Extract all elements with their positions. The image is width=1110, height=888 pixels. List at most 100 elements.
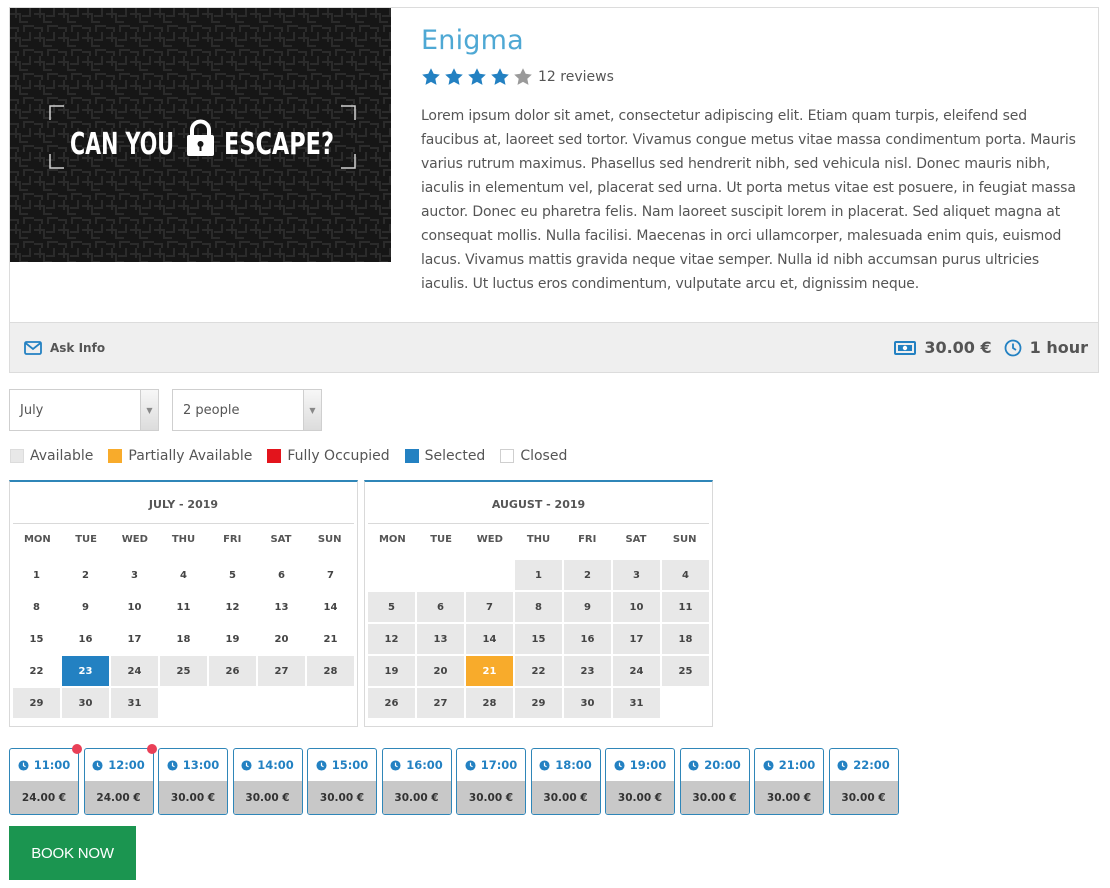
calendar-day[interactable]: 13: [417, 624, 464, 654]
calendar-day[interactable]: 23: [62, 656, 109, 686]
calendar-day[interactable]: 4: [662, 560, 709, 590]
slot-time: 13:00: [159, 749, 227, 781]
calendar-day[interactable]: 29: [13, 688, 60, 718]
clock-icon: [539, 759, 550, 771]
calendar-day[interactable]: 2: [564, 560, 611, 590]
calendar-day[interactable]: 30: [564, 688, 611, 718]
time-slot[interactable]: 15:00 30.00 €: [307, 748, 377, 815]
calendar-day[interactable]: 27: [417, 688, 464, 718]
weekday-label: SUN: [672, 534, 697, 545]
calendar-day[interactable]: 14: [466, 624, 513, 654]
calendar-day[interactable]: 5: [368, 592, 415, 622]
time-slot[interactable]: 17:00 30.00 €: [456, 748, 526, 815]
calendar-day[interactable]: 12: [368, 624, 415, 654]
calendar-day[interactable]: 28: [307, 656, 354, 686]
time-slot[interactable]: 19:00 30.00 €: [605, 748, 675, 815]
slot-time: 18:00: [532, 749, 600, 781]
time-slots: 11:00 24.00 € 12:00 24.00 € 13:00 30.00 …: [9, 744, 903, 815]
calendar-day[interactable]: 27: [258, 656, 305, 686]
calendar-day[interactable]: 21: [466, 656, 513, 686]
calendar-day[interactable]: 24: [111, 656, 158, 686]
calendar-day: 17: [127, 633, 142, 645]
slot-time-label: 19:00: [629, 758, 667, 772]
occupancy-dot: [72, 744, 82, 754]
calendar-day[interactable]: 7: [466, 592, 513, 622]
calendar-day[interactable]: 26: [209, 656, 256, 686]
calendar-july: JULY - 2019 MON TUE WED THU FRI SAT SUN 123456…: [9, 480, 358, 727]
time-slot[interactable]: 16:00 30.00 €: [381, 748, 452, 815]
calendar-grid: 1 2 3 4 5 6 7 8 9 10 11 12 13 14 15 16 17 18 19 20 21 22 23 24 2…: [368, 560, 709, 718]
calendar-day[interactable]: 24: [613, 656, 660, 686]
calendar-day[interactable]: 31: [613, 688, 660, 718]
slot-time-label: 12:00: [108, 758, 145, 772]
calendar-day: 2: [82, 569, 89, 581]
calendar-day[interactable]: 8: [515, 592, 562, 622]
calendar-day[interactable]: 18: [662, 624, 709, 654]
clock-icon: [1004, 339, 1022, 356]
calendar-day[interactable]: 16: [564, 624, 611, 654]
legend-swatch: [404, 449, 419, 463]
legend-label: Selected: [424, 448, 486, 464]
calendar-day[interactable]: 6: [417, 592, 464, 622]
clock-icon: [763, 759, 774, 771]
calendar-day[interactable]: 28: [466, 688, 513, 718]
calendar-day[interactable]: 1: [515, 560, 562, 590]
calendar-day[interactable]: 15: [515, 624, 562, 654]
time-slot[interactable]: 18:00 30.00 €: [530, 748, 601, 815]
month-select[interactable]: July ▼: [9, 389, 159, 431]
star-empty-icon: [514, 68, 532, 85]
ask-info-button[interactable]: Ask Info: [24, 341, 105, 355]
clock-icon: [465, 759, 476, 771]
calendar-day[interactable]: 25: [662, 656, 709, 686]
time-slot[interactable]: 13:00 30.00 €: [158, 748, 228, 815]
clock-icon: [241, 759, 252, 771]
calendar-day: 15: [29, 633, 44, 645]
calendar-day[interactable]: 25: [160, 656, 207, 686]
calendar-day[interactable]: 20: [417, 656, 464, 686]
maze-background: CAN YOU ESCAPE?: [10, 8, 391, 262]
duration-value: 1 hour: [1029, 338, 1088, 357]
time-slot[interactable]: 21:00 30.00 €: [754, 748, 824, 815]
calendar-day[interactable]: 29: [515, 688, 562, 718]
product-title: Enigma: [421, 25, 524, 56]
people-select[interactable]: 2 people ▼: [172, 389, 322, 431]
slot-time: 14:00: [234, 749, 302, 781]
time-slot[interactable]: 11:00 24.00 €: [9, 744, 82, 815]
calendar-day[interactable]: 9: [564, 592, 611, 622]
weekday-label: THU: [171, 534, 196, 545]
time-slot[interactable]: 14:00 30.00 €: [232, 748, 303, 815]
calendar-day[interactable]: 31: [111, 688, 158, 718]
product-card: CAN YOU ESCAPE? Enigma 12 reviews Lorem …: [9, 7, 1099, 373]
weekday-label: WED: [476, 534, 503, 545]
clock-icon: [614, 759, 625, 771]
clock-icon: [390, 759, 401, 771]
time-slot[interactable]: 22:00 30.00 €: [828, 748, 899, 815]
calendar-day[interactable]: 3: [613, 560, 660, 590]
calendar-day[interactable]: 30: [62, 688, 109, 718]
slot-time-label: 14:00: [257, 758, 294, 772]
product-info: Enigma 12 reviews Lorem ipsum dolor sit …: [421, 24, 1081, 296]
time-slot[interactable]: 12:00 24.00 €: [83, 744, 157, 815]
calendar-day[interactable]: 23: [564, 656, 611, 686]
calendar-day[interactable]: 22: [515, 656, 562, 686]
calendar-day[interactable]: 10: [613, 592, 660, 622]
weekday-label: SUN: [317, 534, 342, 545]
calendar-day: 13: [274, 601, 289, 613]
calendar-day[interactable]: 11: [662, 592, 709, 622]
calendar-title: JULY - 2019: [13, 482, 354, 524]
empty-day: [368, 560, 415, 590]
calendar-day[interactable]: 17: [613, 624, 660, 654]
calendar-day[interactable]: 19: [368, 656, 415, 686]
legend-item: Available: [10, 448, 93, 464]
reviews-link[interactable]: 12 reviews: [538, 69, 614, 85]
ask-info-label: Ask Info: [50, 340, 106, 355]
time-slot[interactable]: 20:00 30.00 €: [679, 748, 750, 815]
calendar-day: 16: [78, 633, 93, 645]
slot-price: 30.00 €: [755, 781, 823, 814]
weekday-label: SAT: [625, 534, 647, 545]
availability-legend: Available Partially Available Fully Occu…: [10, 448, 582, 464]
calendar-day[interactable]: 26: [368, 688, 415, 718]
slot-price: 24.00 €: [10, 781, 78, 814]
book-now-button[interactable]: BOOK NOW: [9, 826, 136, 880]
legend-item: Partially Available: [108, 448, 252, 464]
